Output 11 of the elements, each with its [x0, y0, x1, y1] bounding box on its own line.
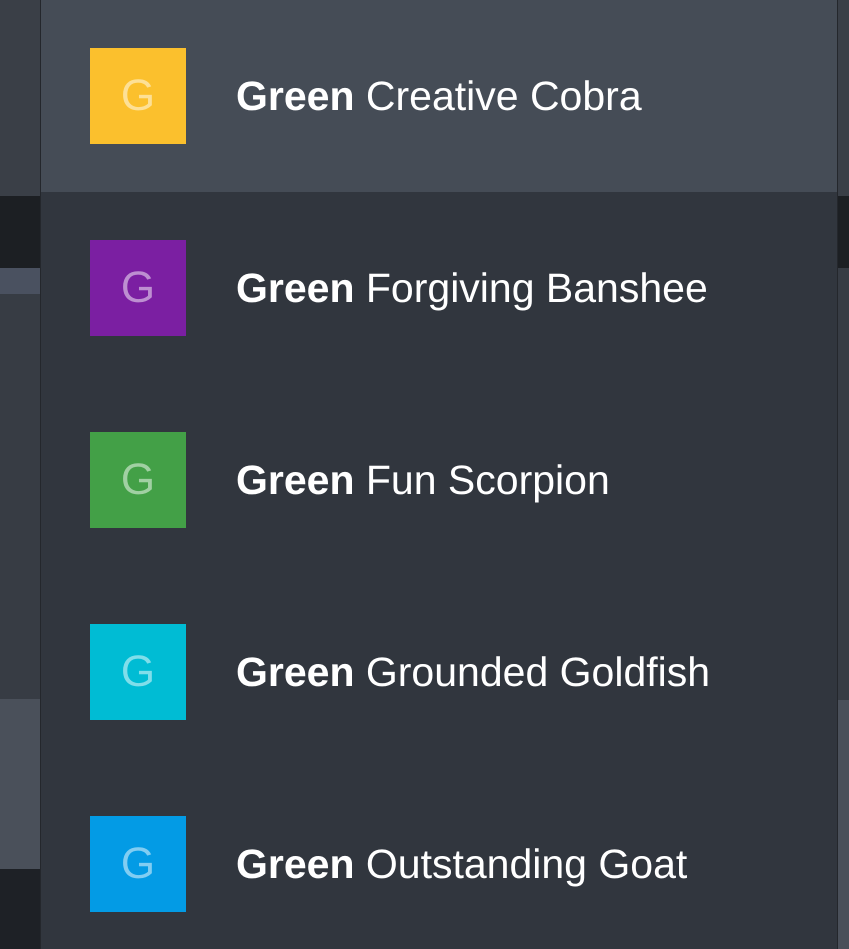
menu-item[interactable]: G Green Creative Cobra	[41, 0, 837, 192]
item-label: Green Fun Scorpion	[236, 456, 610, 504]
item-label: Green Forgiving Banshee	[236, 264, 708, 312]
avatar: G	[90, 240, 186, 336]
avatar: G	[90, 432, 186, 528]
avatar: G	[90, 48, 186, 144]
item-label: Green Creative Cobra	[236, 72, 642, 120]
item-label: Green Outstanding Goat	[236, 840, 688, 888]
item-label: Green Grounded Goldfish	[236, 648, 710, 696]
avatar: G	[90, 816, 186, 912]
avatar: G	[90, 624, 186, 720]
